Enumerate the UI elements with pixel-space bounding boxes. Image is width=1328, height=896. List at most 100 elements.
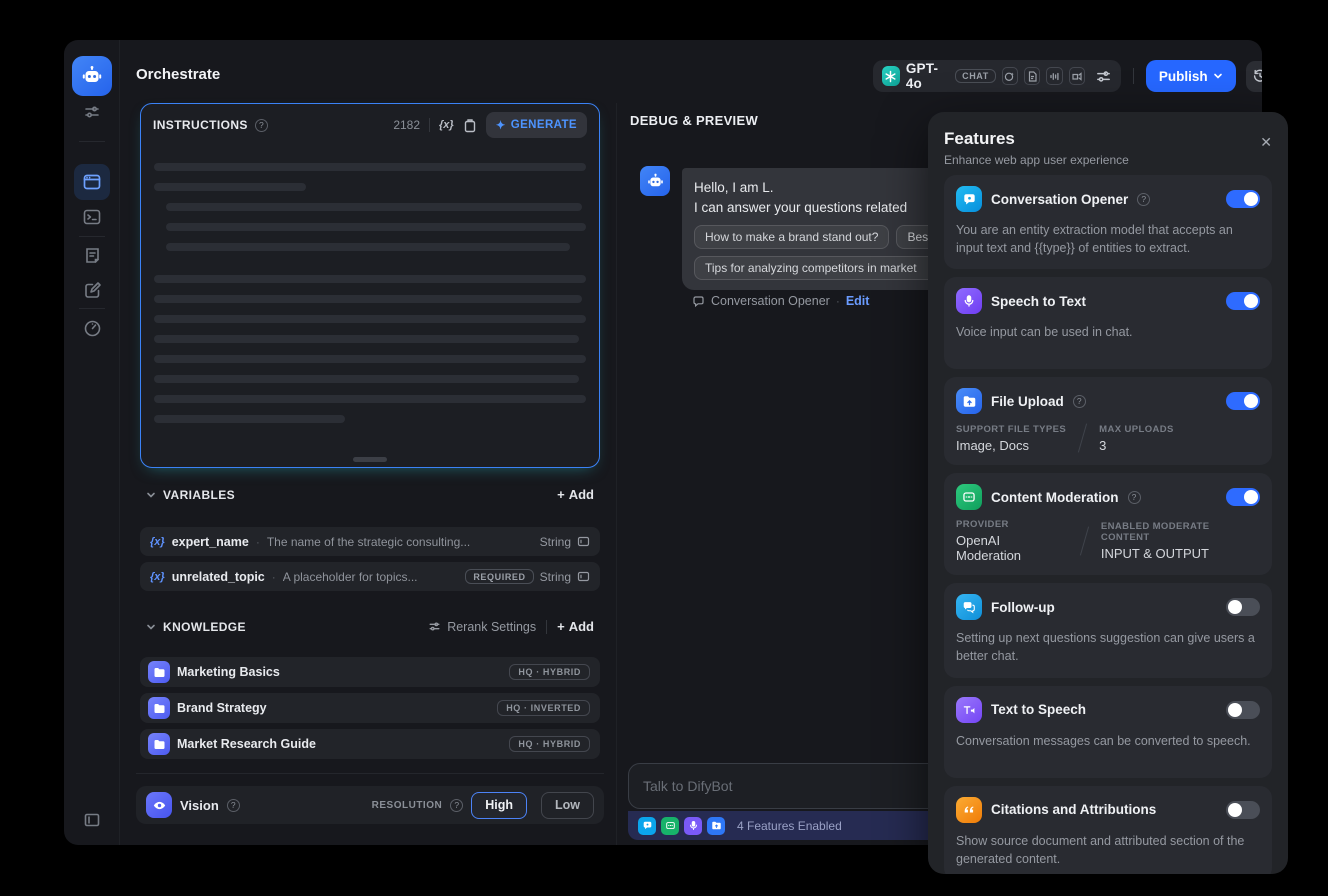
sidebar-item-logs[interactable] xyxy=(80,243,104,267)
speech-to-text-toggle[interactable] xyxy=(1226,292,1260,311)
follow-up-icon xyxy=(956,594,982,621)
chevron-down-icon[interactable] xyxy=(146,490,156,500)
voice-capability-icon xyxy=(1068,67,1085,85)
meta-divider xyxy=(1079,526,1089,556)
bot-avatar xyxy=(640,166,670,196)
feature-card-content-moderation: Content Moderation ? PROVIDER OpenAI Mod… xyxy=(944,473,1272,576)
conversation-opener-icon xyxy=(638,816,656,835)
sidebar-item-api[interactable] xyxy=(80,205,104,229)
add-knowledge-button[interactable]: + Add xyxy=(557,619,594,634)
screen: Orchestrate GPT-4o CHAT Publish INSTRUCT… xyxy=(0,0,1328,896)
sidebar-divider xyxy=(79,141,105,142)
meta-divider xyxy=(1078,423,1088,453)
feature-card-citations: Citations and Attributions Show source d… xyxy=(944,785,1272,874)
feature-card-conversation-opener: Conversation Opener ? You are an entity … xyxy=(944,175,1272,270)
app-logo[interactable] xyxy=(72,56,112,96)
help-icon: ? xyxy=(226,798,240,812)
follow-up-toggle[interactable] xyxy=(1226,598,1260,617)
feature-card-file-upload: File Upload ? SUPPORT FILE TYPES Image, … xyxy=(944,377,1272,466)
sidebar-item-annotations[interactable] xyxy=(80,278,104,302)
conversation-opener-toggle[interactable] xyxy=(1226,190,1260,208)
insert-variable-button[interactable]: {x} xyxy=(439,119,454,131)
citations-icon xyxy=(956,796,982,823)
instructions-skeleton-text xyxy=(154,163,586,435)
plus-icon: + xyxy=(557,487,565,502)
sidebar xyxy=(64,40,120,845)
knowledge-header: KNOWLEDGE Rerank Settings + Add xyxy=(140,619,600,634)
collapse-sidebar-icon[interactable] xyxy=(80,808,104,832)
plus-icon: + xyxy=(557,619,565,634)
input-field-icon xyxy=(577,535,590,548)
sliders-icon xyxy=(428,620,441,633)
gauge-icon xyxy=(83,319,102,338)
column-divider xyxy=(616,103,617,845)
rerank-settings-button[interactable]: Rerank Settings xyxy=(428,620,536,634)
model-mode-badge: CHAT xyxy=(955,69,996,83)
topbar-controls: GPT-4o CHAT Publish xyxy=(873,60,1262,92)
help-icon: ? xyxy=(1127,490,1141,504)
knowledge-row[interactable]: Marketing Basics HQ · HYBRID xyxy=(140,657,600,687)
file-upload-icon xyxy=(956,388,982,415)
publish-button[interactable]: Publish xyxy=(1145,60,1236,92)
help-icon: ? xyxy=(1137,192,1151,206)
edit-square-icon xyxy=(83,281,102,300)
features-enabled-count: 4 Features Enabled xyxy=(737,818,842,833)
model-settings-icon[interactable] xyxy=(1095,68,1112,85)
generate-button[interactable]: ✦ GENERATE xyxy=(485,112,587,138)
resolution-high-button[interactable]: High xyxy=(471,791,527,819)
char-count: 2182 xyxy=(393,118,421,132)
features-subtitle: Enhance web app user experience xyxy=(944,153,1129,167)
text-to-speech-toggle[interactable] xyxy=(1226,700,1260,719)
logs-icon xyxy=(83,246,102,265)
vision-eye-icon xyxy=(146,792,172,818)
chevron-down-icon xyxy=(1213,71,1223,81)
page-title: Orchestrate xyxy=(136,66,221,83)
knowledge-row[interactable]: Market Research Guide HQ · HYBRID xyxy=(140,729,600,759)
chevron-down-icon[interactable] xyxy=(146,622,156,632)
variable-row[interactable]: {x} unrelated_topic · A placeholder for … xyxy=(140,562,600,591)
robot-icon xyxy=(80,64,104,88)
required-badge: REQUIRED xyxy=(465,569,534,584)
opener-caption: Conversation Opener · Edit xyxy=(692,294,869,308)
document-capability-icon xyxy=(1024,67,1041,85)
edit-opener-link[interactable]: Edit xyxy=(846,294,870,308)
help-icon: ? xyxy=(254,118,268,132)
instructions-panel[interactable]: INSTRUCTIONS ? 2182 {x} ✦ GENERATE xyxy=(140,103,600,468)
speech-to-text-icon xyxy=(956,288,982,315)
content-moderation-toggle[interactable] xyxy=(1226,488,1260,507)
config-sliders-icon[interactable] xyxy=(80,100,104,124)
knowledge-folder-icon xyxy=(148,697,170,719)
variable-row[interactable]: {x} expert_name · The name of the strate… xyxy=(140,527,600,556)
citations-toggle[interactable] xyxy=(1226,800,1260,819)
resize-handle[interactable] xyxy=(353,457,387,462)
knowledge-folder-icon xyxy=(148,733,170,755)
input-field-icon xyxy=(577,570,590,583)
app-preview-icon xyxy=(82,172,102,192)
suggested-question-chip[interactable]: How to make a brand stand out? xyxy=(694,225,890,249)
help-icon: ? xyxy=(1072,394,1086,408)
model-selector[interactable]: GPT-4o CHAT xyxy=(873,60,1121,92)
features-panel: Features Enhance web app user experience… xyxy=(928,112,1288,874)
divider xyxy=(429,118,431,132)
file-upload-toggle[interactable] xyxy=(1226,392,1260,411)
version-history-button[interactable] xyxy=(1245,60,1262,92)
close-icon[interactable]: ✕ xyxy=(1260,134,1272,151)
feature-card-text-to-speech: Text to Speech Conversation messages can… xyxy=(944,685,1272,778)
knowledge-row[interactable]: Brand Strategy HQ · INVERTED xyxy=(140,693,600,723)
robot-icon xyxy=(646,172,665,191)
terminal-icon xyxy=(82,207,102,227)
help-icon: ? xyxy=(450,798,464,812)
sidebar-item-orchestrate[interactable] xyxy=(74,164,110,200)
section-divider xyxy=(136,773,604,774)
copy-icon[interactable] xyxy=(463,118,477,133)
retrieval-badge: HQ · HYBRID xyxy=(509,664,590,680)
sidebar-item-monitoring[interactable] xyxy=(80,316,104,340)
conversation-opener-icon xyxy=(956,186,982,212)
resolution-low-button[interactable]: Low xyxy=(541,791,594,819)
retrieval-badge: HQ · HYBRID xyxy=(509,736,590,752)
feature-card-speech-to-text: Speech to Text Voice input can be used i… xyxy=(944,277,1272,370)
variable-icon: {x} xyxy=(150,570,165,583)
model-name: GPT-4o xyxy=(905,61,939,91)
content-moderation-icon xyxy=(956,484,982,511)
add-variable-button[interactable]: + Add xyxy=(557,487,594,502)
